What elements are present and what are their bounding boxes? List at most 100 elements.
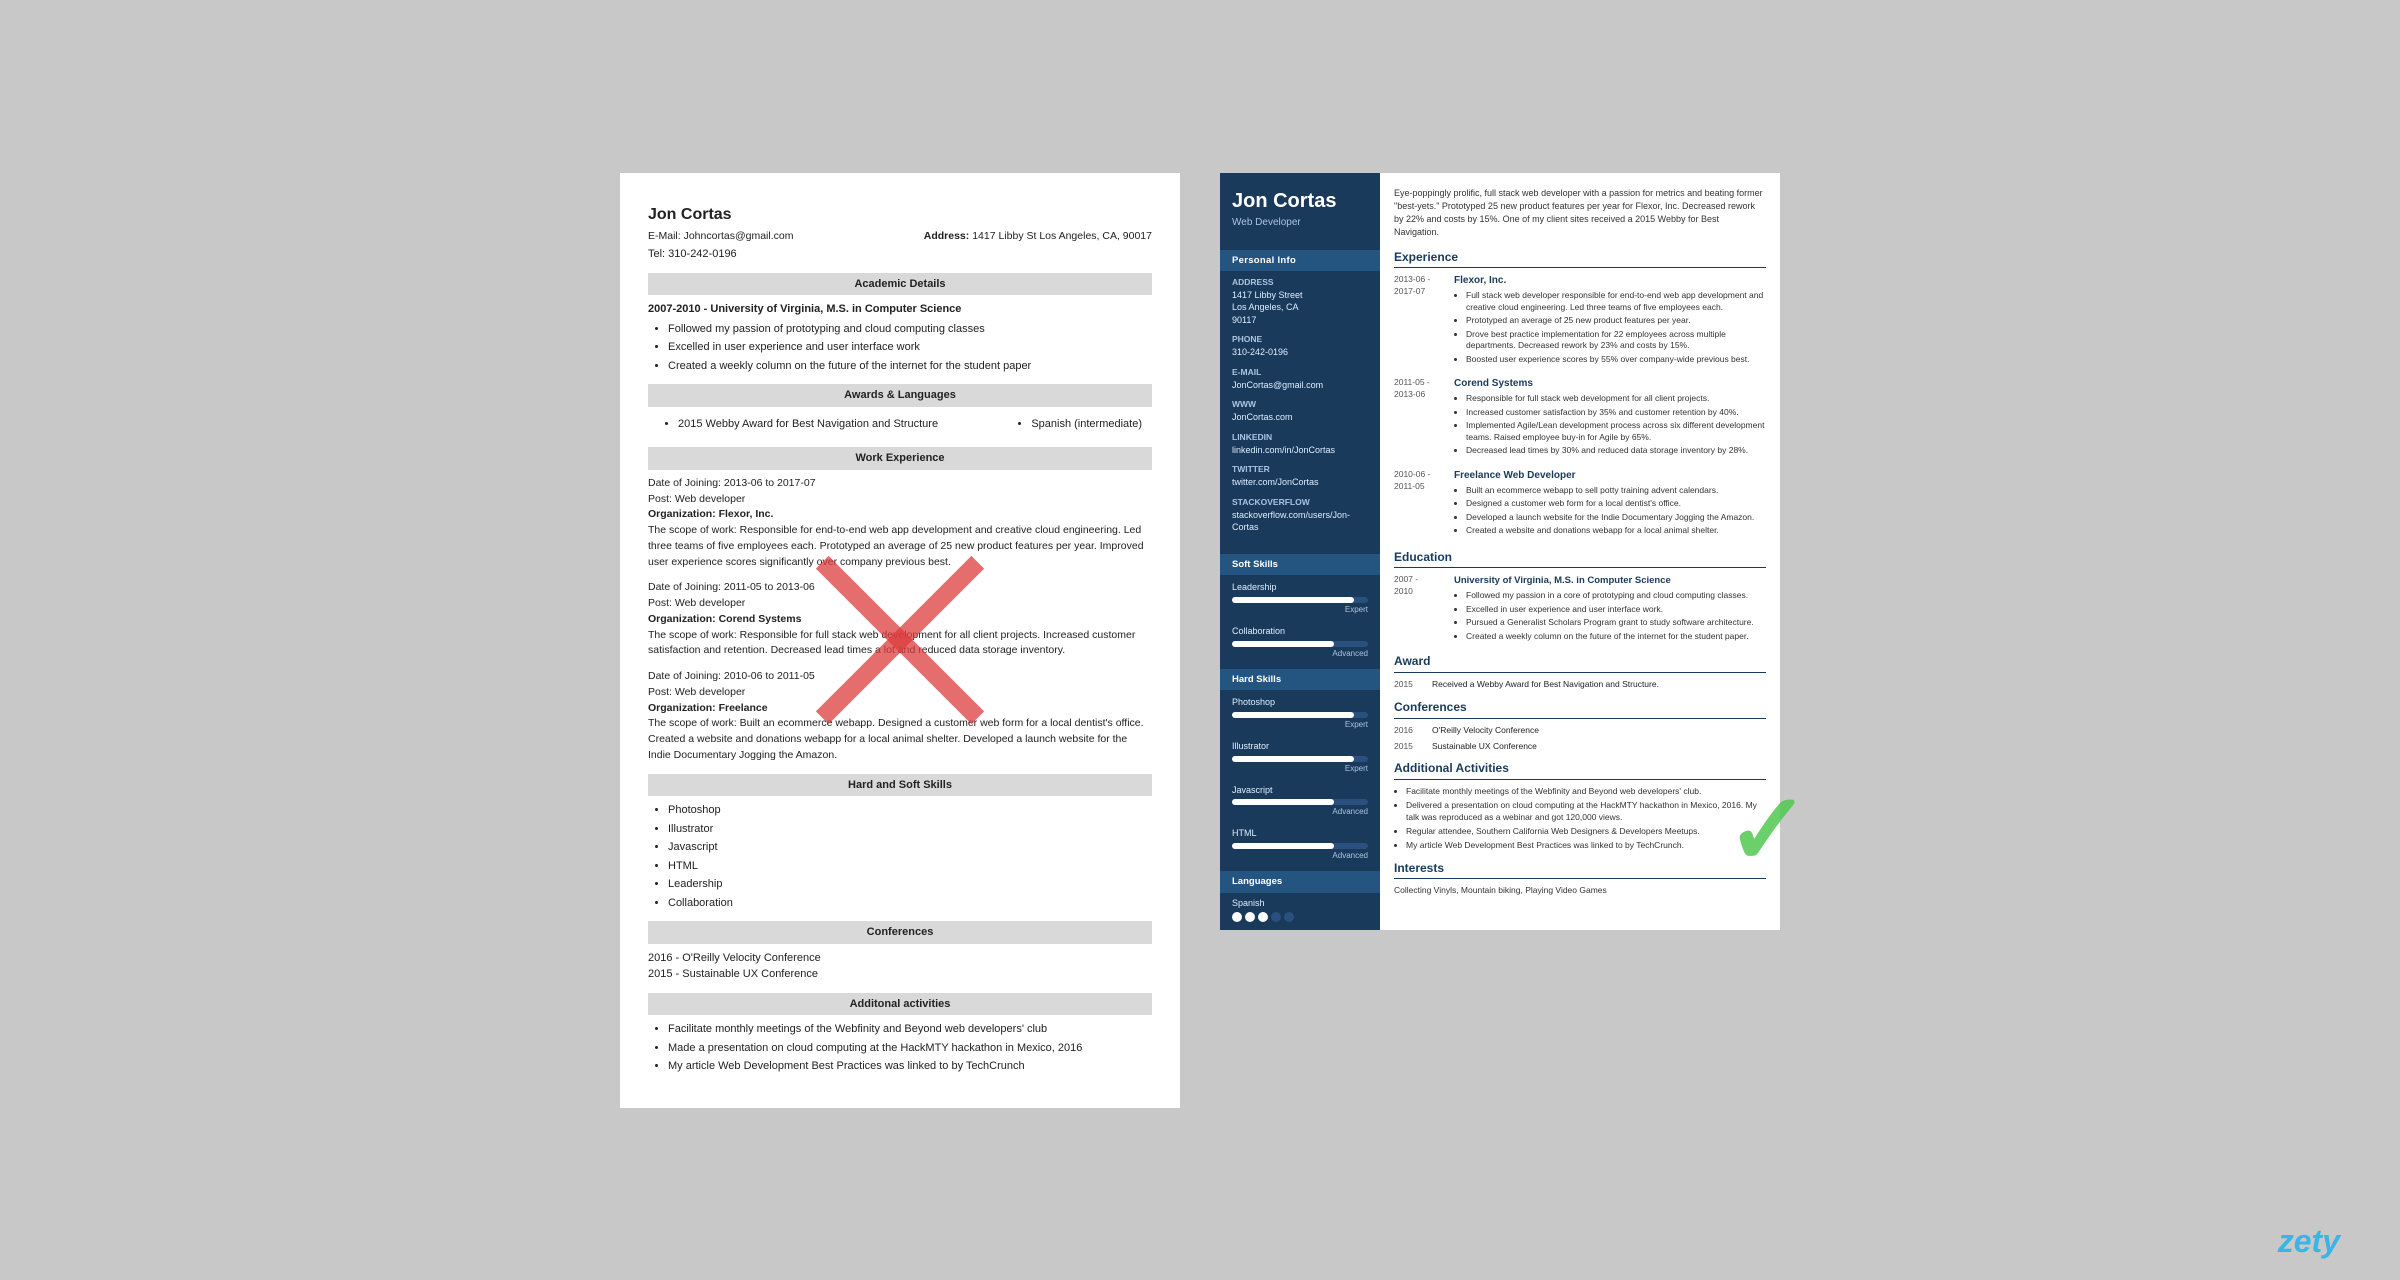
linkedin-item: LinkedIn linkedin.com/in/JonCortas	[1232, 432, 1368, 456]
sidebar-top: Jon Cortas Web Developer	[1220, 173, 1380, 242]
conferences-section-title: Conferences	[1394, 699, 1766, 719]
linkedin-val: linkedin.com/in/JonCortas	[1232, 444, 1368, 457]
skills-list: Photoshop Illustrator Javascript HTML Le…	[648, 802, 1152, 911]
right-activity-2: Delivered a presentation on cloud comput…	[1406, 800, 1766, 824]
skill-photoshop-name: Photoshop	[1232, 696, 1368, 709]
skill-javascript: Javascript Advanced	[1220, 784, 1380, 818]
left-name: Jon Cortas	[648, 203, 1152, 227]
edu-uva-details: University of Virginia, M.S. in Computer…	[1454, 574, 1766, 645]
skill-photoshop-bar	[1232, 712, 1354, 718]
right-activity-1: Facilitate monthly meetings of the Webfi…	[1406, 786, 1766, 798]
exp-corend-details: Corend Systems Responsible for full stac…	[1454, 377, 1766, 458]
skill-html-level: Advanced	[1232, 850, 1368, 861]
language-list: Spanish (intermediate)	[1011, 416, 1142, 435]
skill-leadership-level: Expert	[1232, 604, 1368, 615]
skill-illustrator-bar	[1232, 756, 1354, 762]
right-job-title: Web Developer	[1232, 216, 1368, 230]
address-label: Address:	[924, 230, 970, 242]
education-section-title: Education	[1394, 549, 1766, 569]
skill-4: HTML	[668, 858, 1152, 875]
job-2: Date of Joining: 2011-05 to 2013-06 Post…	[648, 580, 1152, 659]
address-item: Address 1417 Libby StreetLos Angeles, CA…	[1232, 277, 1368, 327]
job-1: Date of Joining: 2013-06 to 2017-07 Post…	[648, 476, 1152, 571]
job3-date: Date of Joining: 2010-06 to 2011-05	[648, 669, 1152, 685]
academic-dates: 2007-2010 - University of Virginia, M.S.…	[648, 301, 1152, 318]
skill-leadership-bar-bg	[1232, 597, 1368, 603]
page-container: Jon Cortas E-Mail: Johncortas@gmail.com …	[580, 133, 1820, 1148]
job2-date: Date of Joining: 2011-05 to 2013-06	[648, 580, 1152, 596]
twitter-item: Twitter twitter.com/JonCortas	[1232, 464, 1368, 488]
conf-2: 2015 - Sustainable UX Conference	[648, 966, 1152, 983]
languages-label: Languages	[1220, 871, 1380, 892]
resume-left: Jon Cortas E-Mail: Johncortas@gmail.com …	[620, 173, 1180, 1108]
phone-val: 310-242-0196	[1232, 346, 1368, 359]
work-header: Work Experience	[648, 447, 1152, 470]
left-contact: E-Mail: Johncortas@gmail.com Address: 14…	[648, 229, 1152, 245]
academic-bullets: Followed my passion of prototyping and c…	[648, 321, 1152, 375]
job1-date: Date of Joining: 2013-06 to 2017-07	[648, 476, 1152, 492]
www-val: JonCortas.com	[1232, 411, 1368, 424]
exp-corend-bullets: Responsible for full stack web developme…	[1454, 393, 1766, 456]
conf-sustainable: 2015 Sustainable UX Conference	[1394, 741, 1766, 753]
skill-html-bar	[1232, 843, 1334, 849]
skill-leadership: Leadership Expert	[1220, 581, 1380, 615]
conferences-header: Conferences	[648, 921, 1152, 944]
interests-text: Collecting Vinyls, Mountain biking, Play…	[1394, 885, 1766, 897]
job3-post: Post: Web developer	[648, 685, 1152, 701]
dot-1	[1232, 912, 1242, 922]
phone-item: Phone 310-242-0196	[1232, 334, 1368, 358]
exp-freelance-company: Freelance Web Developer	[1454, 469, 1766, 483]
conf-oreilly-year: 2016	[1394, 725, 1424, 737]
dot-2	[1245, 912, 1255, 922]
skill-javascript-level: Advanced	[1232, 806, 1368, 817]
edu-uva-date: 2007 -2010	[1394, 574, 1446, 645]
skill-javascript-bar-bg	[1232, 799, 1368, 805]
left-email: E-Mail: Johncortas@gmail.com	[648, 229, 793, 245]
skill-javascript-bar	[1232, 799, 1334, 805]
award-1: 2015 Webby Award for Best Navigation and…	[678, 416, 938, 433]
activity-3: My article Web Development Best Practice…	[668, 1058, 1152, 1075]
main-content: Eye-poppingly prolific, full stack web d…	[1380, 173, 1780, 931]
job1-org: Organization: Flexor, Inc.	[648, 507, 1152, 523]
exp-flexor-details: Flexor, Inc. Full stack web developer re…	[1454, 274, 1766, 367]
dot-5	[1284, 912, 1294, 922]
skill-collaboration-bar	[1232, 641, 1334, 647]
skill-illustrator-name: Illustrator	[1232, 740, 1368, 753]
stackoverflow-item: StackOverflow stackoverflow.com/users/Jo…	[1232, 497, 1368, 534]
conf-oreilly-text: O'Reilly Velocity Conference	[1432, 725, 1766, 737]
www-item: WWW JonCortas.com	[1232, 399, 1368, 423]
skill-collaboration: Collaboration Advanced	[1220, 625, 1380, 659]
exp-flexor-bullets: Full stack web developer responsible for…	[1454, 290, 1766, 365]
skill-illustrator: Illustrator Expert	[1220, 740, 1380, 774]
job3-org: Organization: Freelance	[648, 701, 1152, 717]
linkedin-label: LinkedIn	[1232, 432, 1368, 444]
job2-scope: The scope of work: Responsible for full …	[648, 628, 1152, 660]
skill-collaboration-level: Advanced	[1232, 648, 1368, 659]
edu-uva-bullets: Followed my passion in a core of prototy…	[1454, 590, 1766, 644]
exp-corend: 2011-05 -2013-06 Corend Systems Responsi…	[1394, 377, 1766, 458]
activities-list-left: Facilitate monthly meetings of the Webfi…	[648, 1021, 1152, 1075]
summary-text: Eye-poppingly prolific, full stack web d…	[1394, 187, 1766, 239]
right-name: Jon Cortas	[1232, 189, 1368, 213]
job2-org: Organization: Corend Systems	[648, 612, 1152, 628]
exp-corend-date: 2011-05 -2013-06	[1394, 377, 1446, 458]
job-3: Date of Joining: 2010-06 to 2011-05 Post…	[648, 669, 1152, 764]
conf-sustainable-text: Sustainable UX Conference	[1432, 741, 1766, 753]
skill-html-name: HTML	[1232, 827, 1368, 840]
stackoverflow-label: StackOverflow	[1232, 497, 1368, 509]
academic-bullet-1: Followed my passion of prototyping and c…	[668, 321, 1152, 338]
exp-freelance-date: 2010-06 -2011-05	[1394, 469, 1446, 539]
address-val: 1417 Libby StreetLos Angeles, CA90117	[1232, 289, 1368, 327]
language-spanish: Spanish	[1220, 893, 1380, 931]
dot-3	[1258, 912, 1268, 922]
address-label: Address	[1232, 277, 1368, 289]
skill-collaboration-bar-bg	[1232, 641, 1368, 647]
skill-collaboration-name: Collaboration	[1232, 625, 1368, 638]
exp-flexor-date: 2013-06 -2017-07	[1394, 274, 1446, 367]
skill-photoshop-bar-bg	[1232, 712, 1368, 718]
exp-freelance: 2010-06 -2011-05 Freelance Web Developer…	[1394, 469, 1766, 539]
right-activity-3: Regular attendee, Southern California We…	[1406, 826, 1766, 838]
conf-oreilly: 2016 O'Reilly Velocity Conference	[1394, 725, 1766, 737]
activity-2: Made a presentation on cloud computing a…	[668, 1040, 1152, 1057]
edu-uva: 2007 -2010 University of Virginia, M.S. …	[1394, 574, 1766, 645]
